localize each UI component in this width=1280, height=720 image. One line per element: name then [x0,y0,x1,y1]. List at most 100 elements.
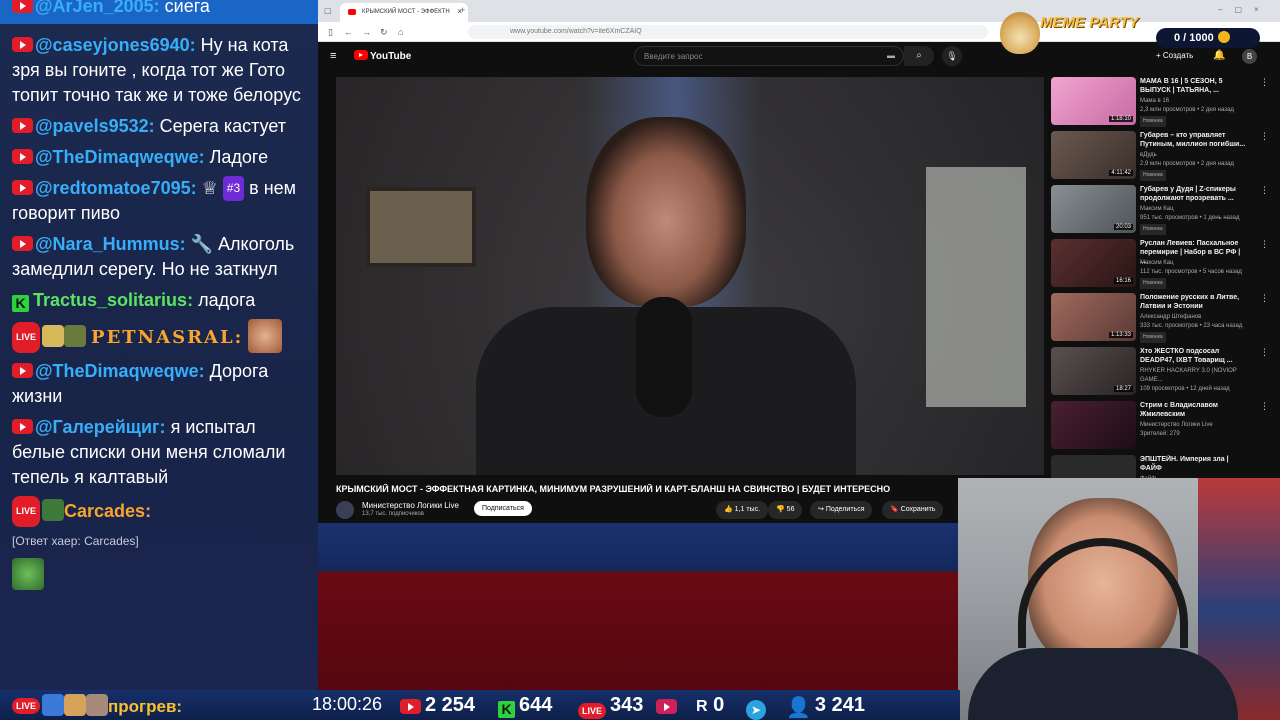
share-label: Поделиться [825,506,865,513]
more-options-icon[interactable]: ⋮ [1260,185,1269,196]
member-badge: #3 [222,176,245,201]
new-badge: Новинка [1140,278,1166,289]
share-button[interactable]: ↪ Поделиться [810,501,873,519]
share-icon: ↪ [818,506,824,513]
chat-message: @Nara_Hummus: 🔧 Алкоголь замедлил серегу… [0,230,318,286]
more-options-icon[interactable]: ⋮ [1260,131,1269,142]
rec-item[interactable]: 1:13:33 Положение русских в Литве, Латви… [1051,293,1280,347]
chat-message: @TheDimaqweqwe: Дорога жизни [0,357,318,413]
rec-thumbnail[interactable]: 16:16 [1051,239,1136,287]
tab-menu-icon[interactable]: ▢ [324,6,332,15]
rec-title[interactable]: ЭПШТЕЙН. Империя зла | ФАЙФ [1140,455,1248,473]
pending-user: прогрев: [108,697,183,716]
rec-stats: 2,9 млн просмотров • 2 дня назад [1140,161,1234,167]
channel-row: Министерство Логики Live 13,7 тыс. подпи… [336,500,1036,520]
rec-title[interactable]: Хто ЖЕСТКО подсосал DEADP47, IXBT Товари… [1140,347,1248,365]
like-count: 1,1 тыс. [734,506,761,513]
rec-item[interactable]: 4:11:42 Губарев – кто управляет Путиным,… [1051,131,1280,185]
play-icon [656,699,677,714]
rec-title[interactable]: Стрим с Владиславом Жмилевским [1140,401,1248,419]
url-field[interactable]: www.youtube.com/watch?v=ite6XmCZAIQ [468,25,988,39]
rec-thumbnail[interactable]: 1:13:33 [1051,293,1136,341]
new-badge: Новинка [1140,332,1166,343]
rec-stats: 333 тыс. просмотров • 23 часа назад [1140,323,1243,329]
rec-duration: 4:11:42 [1109,170,1133,176]
rec-item[interactable]: 16:16 Руслан Левиев: Пасхальное перемири… [1051,239,1280,293]
save-button[interactable]: 🔖 Сохранить [882,501,944,519]
rec-channel: Максим Кац [1140,260,1174,266]
menu-icon[interactable]: ≡ [330,50,336,62]
more-options-icon[interactable]: ⋮ [1260,239,1269,250]
rec-title[interactable]: Губарев у Дудя | Z-спикеры продолжают пр… [1140,185,1248,203]
clock-time: 18:00:26 [312,694,383,714]
like-button[interactable]: 👍 1,1 тыс. [716,501,769,519]
reload-icon[interactable]: ↻ [380,27,388,38]
rec-meta: Александр Штефанов 333 тыс. просмотров • … [1140,313,1255,343]
rec-thumbnail[interactable]: 20:03 [1051,185,1136,233]
status-bar: LIVE прогрев: 18:00:26 2 254 K 644 LIVE 343… [0,690,960,720]
more-options-icon[interactable]: ⋮ [1260,401,1269,412]
live-icon: LIVE [12,698,41,714]
doge-icon [1000,12,1040,54]
back-icon[interactable]: ← [344,27,353,37]
rec-channel: Мама в 16 [1140,98,1170,104]
rec-title[interactable]: Губарев – кто управляет Путиным, миллион… [1140,131,1248,149]
youtube-icon [400,699,421,714]
rec-title[interactable]: Положение русских в Литве, Латвии и Эсто… [1140,293,1248,311]
comment-count: 56 [786,506,795,513]
video-player[interactable] [336,77,1044,475]
chat-text: ладога [198,290,256,310]
live-viewer-count: 343 [610,694,644,716]
webcam-feed [958,478,1280,720]
logo-text: YouTube [370,51,412,62]
rec-thumbnail[interactable]: 18:27 [1051,347,1136,395]
keyboard-icon[interactable]: ▬ [887,51,895,60]
rec-thumbnail[interactable]: 1:18:10 [1051,77,1136,125]
rec-duration: 20:03 [1113,224,1133,230]
new-badge: Новинка [1140,116,1166,127]
more-options-icon[interactable]: ⋮ [1260,77,1269,88]
channel-avatar[interactable] [336,501,354,519]
rec-thumbnail[interactable] [1051,401,1136,449]
rec-meta: Министерство Логики Live Зрителей: 279 [1140,421,1255,439]
chat-message: @TheDimaqweqwe: Ладоге [0,143,318,174]
chat-username: @caseyjones6940: [35,35,196,55]
search-input[interactable]: Введите запрос ▬ [634,46,904,66]
more-options-icon[interactable]: ⋮ [1260,293,1269,304]
thumbs-up-icon: 👍 [724,506,733,513]
rec-item[interactable]: 1:18:10 МАМА В 16 | 5 СЕЗОН, 5 ВЫПУСК | … [1051,77,1280,131]
rec-item[interactable]: 18:27 Хто ЖЕСТКО подсосал DEADP47, IXBT … [1051,347,1280,401]
more-options-icon[interactable]: ⋮ [1260,347,1269,358]
streamer-shirt [968,648,1238,720]
home-icon[interactable]: ⌂ [398,27,403,37]
rec-item[interactable]: Стрим с Владиславом Жмилевским Министерс… [1051,401,1280,455]
youtube-logo[interactable]: YouTube [354,50,411,62]
rec-thumbnail[interactable]: 4:11:42 [1051,131,1136,179]
sidebar-icon[interactable]: ▯ [328,27,333,38]
search-button[interactable]: ⌕ [904,46,934,66]
trophy-icon [42,325,65,347]
mic-icon: 🎙 [946,51,958,61]
youtube-favicon-icon [348,9,356,15]
comments-button[interactable]: 👎 56 [768,501,803,519]
chat-message: @ArJen_2005: сиега [0,0,318,23]
subscribe-button[interactable]: Подписаться [474,501,532,516]
rec-stats: 112 тыс. просмотров • 5 часов назад [1140,269,1242,275]
rec-title[interactable]: МАМА В 16 | 5 СЕЗОН, 5 ВЫПУСК | ТАТЬЯНА,… [1140,77,1248,95]
sticker-icon [64,325,87,347]
pending-message: LIVE прогрев: [12,694,182,717]
forward-icon[interactable]: → [362,27,371,37]
browser-tab[interactable]: КРЫМСКИЙ МОСТ - ЭФФЕКТН × [340,3,468,22]
chat-username: PETNASRAL: [91,327,244,348]
new-tab-icon[interactable]: + [460,5,465,15]
channel-name[interactable]: Министерство Логики Live [362,501,459,510]
chat-username: Tractus_solitarius: [33,290,194,310]
browser-window: ▢ КРЫМСКИЙ МОСТ - ЭФФЕКТН × + –▢× ▯ ← → ↻… [318,0,1280,523]
total-viewers: 👤 3 241 [786,694,865,720]
voice-search-button[interactable]: 🎙 [942,46,962,66]
video-title: КРЫМСКИЙ МОСТ - ЭФФЕКТНАЯ КАРТИНКА, МИНИ… [336,484,891,494]
tab-title: КРЫМСКИЙ МОСТ - ЭФФЕКТН [362,9,450,15]
youtube-play-indicator [656,694,681,717]
kick-viewers: K 644 [498,694,552,718]
rec-item[interactable]: 20:03 Губарев у Дудя | Z-спикеры продолж… [1051,185,1280,239]
